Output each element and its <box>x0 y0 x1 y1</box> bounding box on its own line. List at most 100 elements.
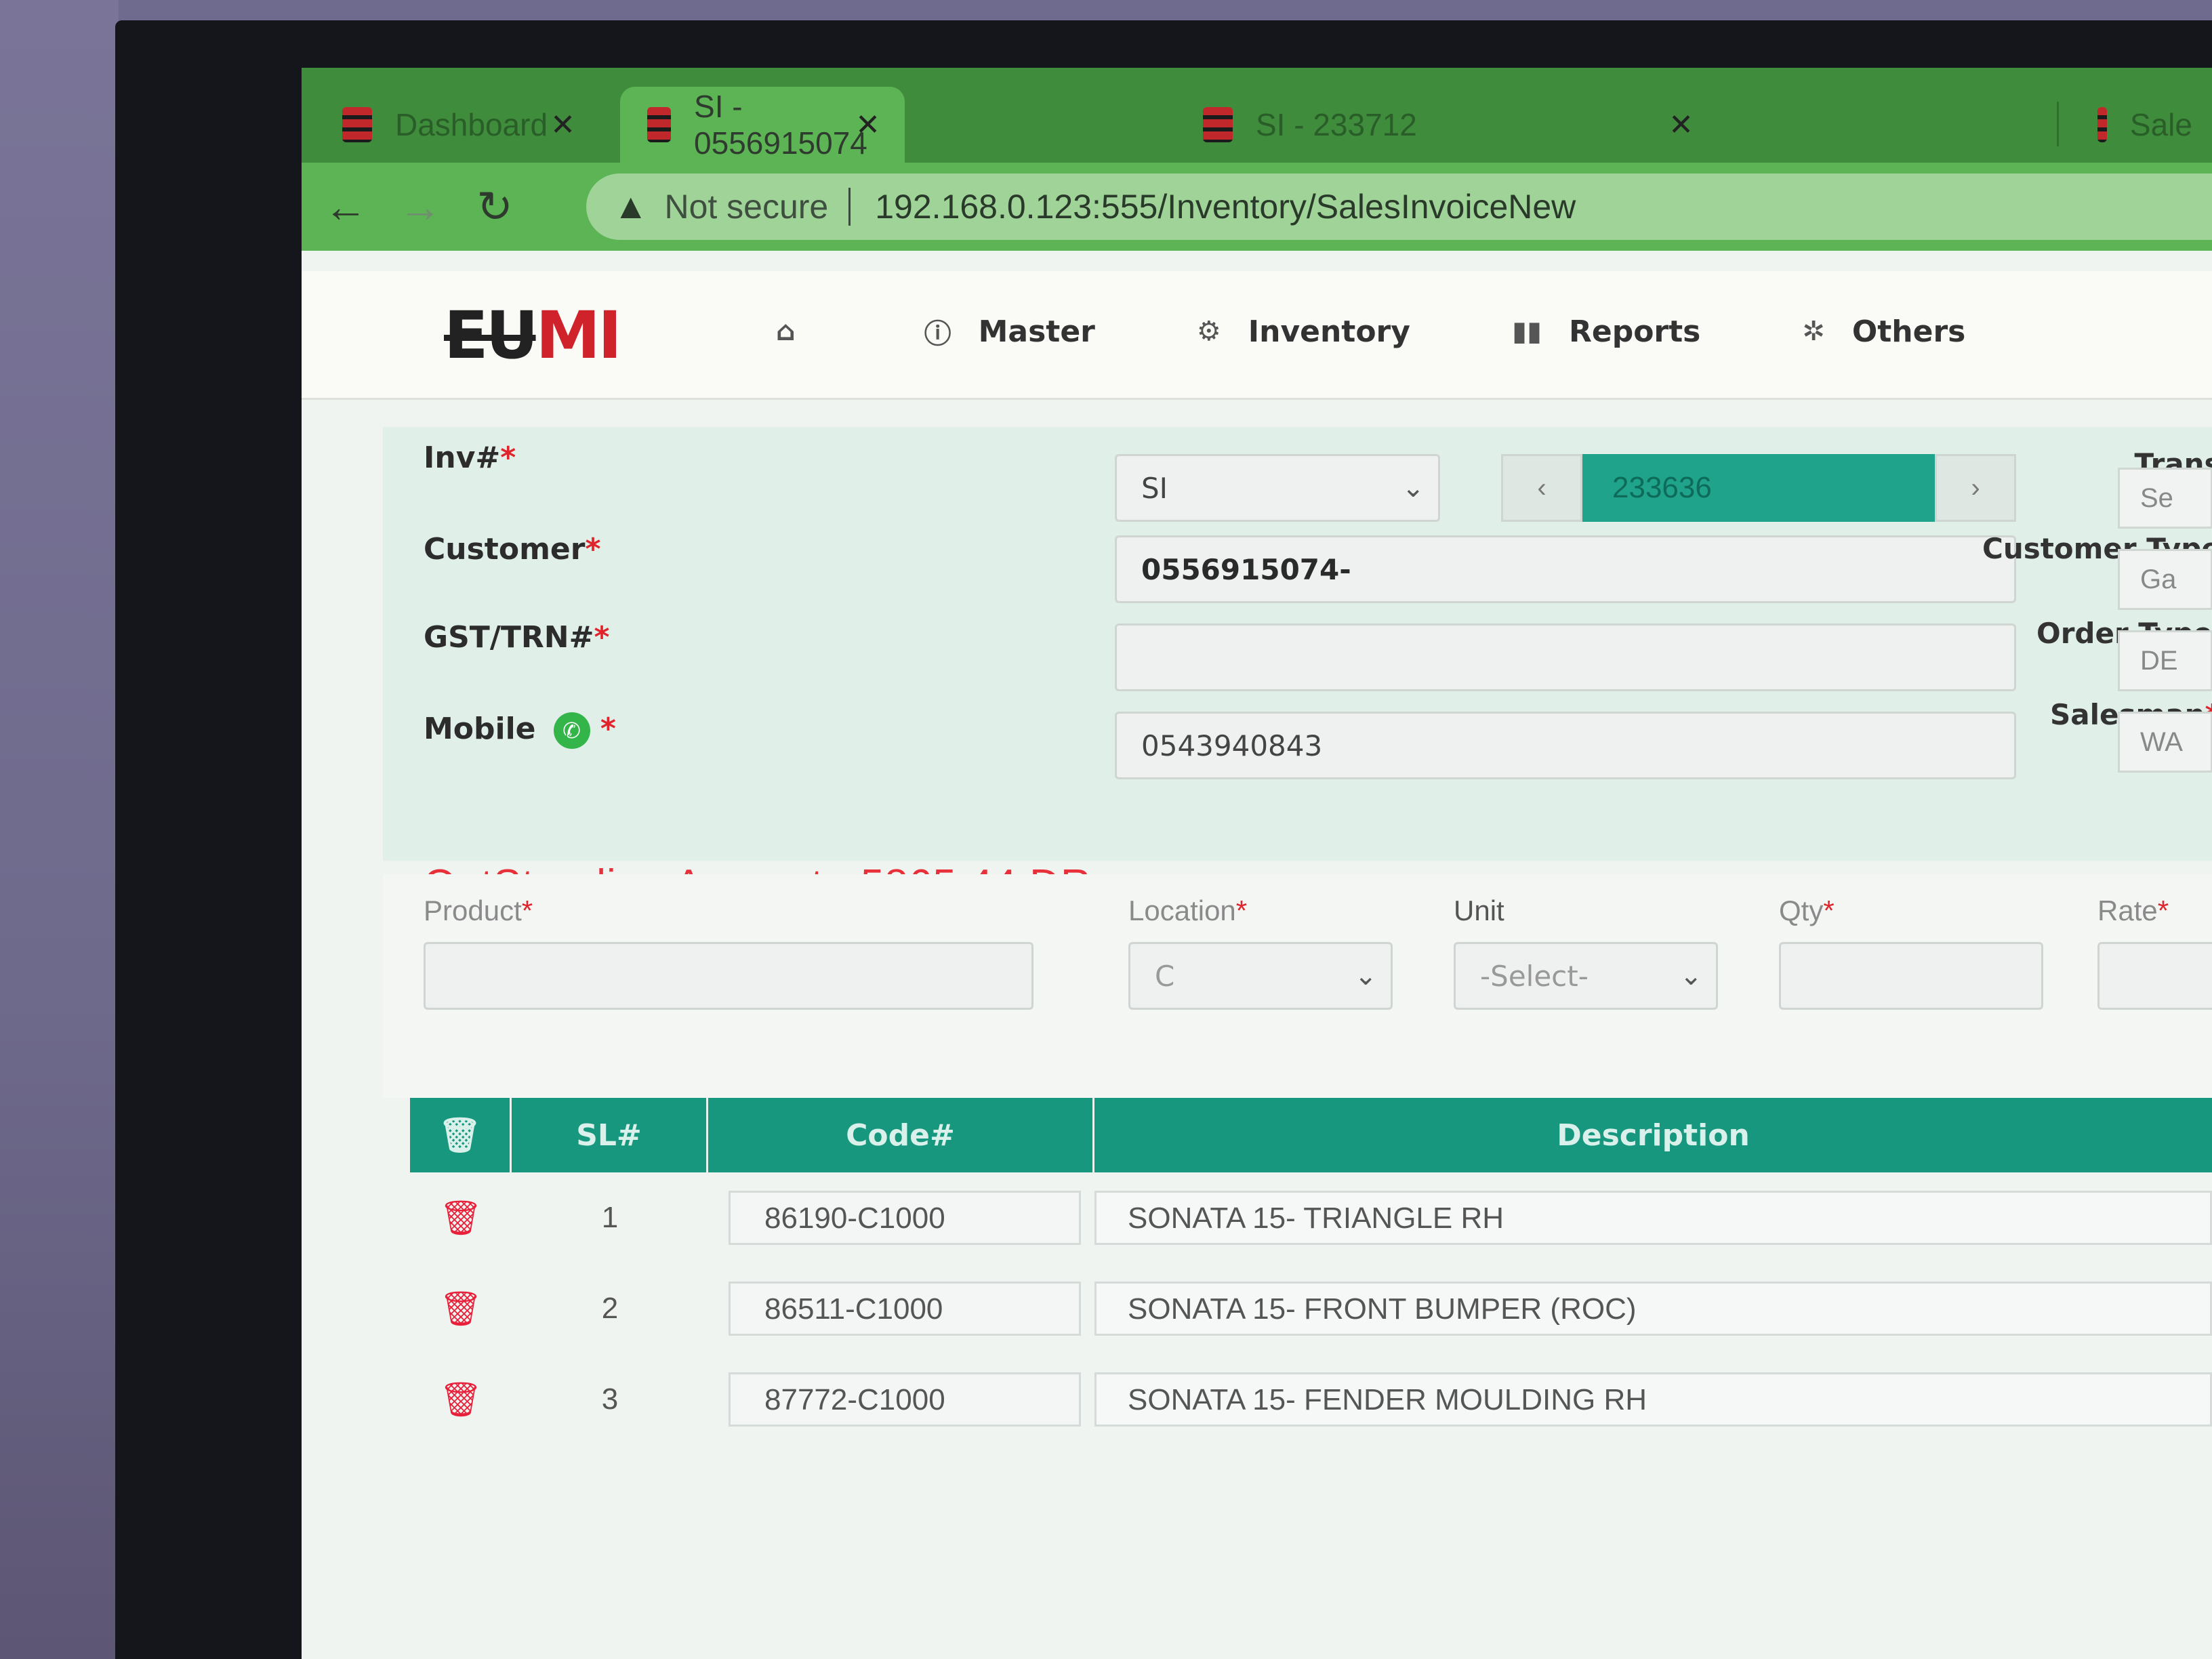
browser-tab-si-0556915074[interactable]: SI - 0556915074 ✕ <box>620 87 905 163</box>
chevron-down-icon: ⌄ <box>1401 472 1425 504</box>
unit-select[interactable]: -Select- ⌄ <box>1454 942 1718 1010</box>
delete-row-icon[interactable]: 🗑 <box>410 1289 512 1329</box>
menu-home[interactable]: ⌂ <box>776 316 823 347</box>
logo-text-left: EU <box>444 298 539 373</box>
app-favicon-icon <box>2097 107 2107 142</box>
invoice-number: 233636 <box>1612 471 1712 504</box>
customer-field[interactable]: 0556915074- <box>1115 535 2016 603</box>
chevron-down-icon: ⌄ <box>1679 960 1702 991</box>
whatsapp-icon[interactable]: ✆ <box>553 712 590 749</box>
menu-label: Others <box>1851 314 1966 349</box>
table-header: 🗑 SL# Code# Description <box>410 1098 2212 1172</box>
delete-row-icon[interactable]: 🗑 <box>410 1380 512 1420</box>
table-row: 🗑 2 86511-C1000 SONATA 15- FRONT BUMPER … <box>410 1263 2212 1354</box>
menu-label: Master <box>978 314 1095 349</box>
menu-label: Inventory <box>1248 314 1410 349</box>
row-description[interactable]: SONATA 15- FRONT BUMPER (ROC) <box>1094 1282 2212 1336</box>
info-icon: ⓘ <box>924 319 951 350</box>
unit-label: Unit <box>1454 895 1504 926</box>
bar-chart-icon: ▮▮ <box>1511 316 1542 347</box>
menu-master[interactable]: ⓘ Master <box>924 312 1095 351</box>
mobile-value: 0543940843 <box>1141 729 1323 762</box>
mobile-field[interactable]: 0543940843 <box>1115 712 2016 779</box>
row-sl: 3 <box>601 1382 619 1416</box>
row-code[interactable]: 86190-C1000 <box>708 1191 1081 1245</box>
code-column-header: Code# <box>708 1098 1094 1172</box>
chevron-down-icon: ⌄ <box>1354 960 1377 991</box>
tab-title: Dashboard <box>395 107 548 142</box>
product-input[interactable] <box>424 942 1033 1010</box>
home-icon: ⌂ <box>776 316 796 347</box>
address-bar[interactable]: ▲ Not secure 192.168.0.123:555/Inventory… <box>586 173 2212 240</box>
tab-title: Sale <box>2129 107 2192 142</box>
salesman-select[interactable]: WA <box>2118 712 2212 773</box>
menu-reports[interactable]: ▮▮ Reports <box>1512 314 1700 349</box>
customer-value: 0556915074- <box>1141 552 1351 586</box>
close-icon[interactable]: ✕ <box>855 108 880 142</box>
invoice-header-form: Inv#* SI ⌄ ‹ 233636 › Customer* 05569150… <box>383 427 2212 908</box>
delete-row-icon[interactable]: 🗑 <box>410 1198 512 1238</box>
app-favicon-icon <box>647 107 672 142</box>
tab-title: SI - 0556915074 <box>694 89 867 161</box>
screen: Dashboard ✕ SI - 0556915074 ✕ SI - 23371… <box>302 68 2212 1659</box>
browser-tab-sale[interactable]: Sale <box>2070 87 2212 163</box>
invoice-items-table: 🗑 SL# Code# Description 🗑 1 86190-C1000 … <box>410 1098 2212 1445</box>
gst-field[interactable] <box>1115 623 2016 691</box>
prev-invoice-button[interactable]: ‹ <box>1501 454 1582 522</box>
forward-arrow-icon[interactable]: → <box>390 176 451 237</box>
back-arrow-icon[interactable]: ← <box>315 176 376 237</box>
app-header: EU MI ⌂ ⓘ Master ⚙ Inventory ▮▮ Reports ✲ Oth… <box>302 271 2212 400</box>
location-select[interactable]: C ⌄ <box>1128 942 1393 1010</box>
menu-inventory[interactable]: ⚙ Inventory <box>1197 314 1410 349</box>
trash-icon: 🗑 <box>438 1115 482 1155</box>
gear-icon: ⚙ <box>1196 316 1221 347</box>
qty-input[interactable] <box>1779 942 2043 1010</box>
row-code[interactable]: 86511-C1000 <box>708 1282 1081 1336</box>
product-label: Product* <box>424 895 533 926</box>
rate-input[interactable] <box>2097 942 2212 1010</box>
row-description[interactable]: SONATA 15- FENDER MOULDING RH <box>1094 1372 2212 1427</box>
browser-toolbar: ← → ↻ ▲ Not secure 192.168.0.123:555/Inv… <box>302 163 2212 251</box>
row-description[interactable]: SONATA 15- TRIANGLE RH <box>1094 1191 2212 1245</box>
product-entry-row: Product* Location* C ⌄ Unit -Select- ⌄ Qty… <box>383 874 2212 1098</box>
tab-title: SI - 233712 <box>1256 107 1417 142</box>
settings-icon: ✲ <box>1802 316 1825 347</box>
order-type-select[interactable]: DE <box>2118 630 2212 691</box>
logo-text-right: MI <box>535 298 622 373</box>
customer-type-select[interactable]: Ga <box>2118 549 2212 610</box>
app-favicon-icon <box>1203 107 1233 142</box>
menu-label: Reports <box>1568 314 1701 349</box>
close-icon[interactable]: ✕ <box>1668 108 1694 142</box>
rate-label: Rate* <box>2097 895 2169 926</box>
menu-others[interactable]: ✲ Others <box>1802 314 1965 349</box>
table-row: 🗑 1 86190-C1000 SONATA 15- TRIANGLE RH <box>410 1172 2212 1263</box>
description-column-header: Description <box>1557 1118 1750 1153</box>
delete-column-header: 🗑 <box>410 1098 512 1172</box>
customer-label: Customer* <box>424 532 601 567</box>
inv-prefix-value: SI <box>1141 471 1168 505</box>
browser-tab-si-233712[interactable]: SI - 233712 ✕ <box>1176 87 1718 163</box>
sl-column-header: SL# <box>512 1098 708 1172</box>
transfer-field[interactable]: Se <box>2118 468 2212 529</box>
tab-separator <box>2057 102 2059 146</box>
mobile-label: Mobile ✆ * <box>424 712 616 749</box>
row-sl: 2 <box>601 1292 619 1325</box>
address-divider <box>848 188 851 226</box>
close-icon[interactable]: ✕ <box>550 108 575 142</box>
row-sl: 1 <box>601 1201 619 1234</box>
app-logo[interactable]: EU MI <box>444 298 622 373</box>
app-favicon-icon <box>342 107 372 142</box>
url-text: 192.168.0.123:555/Inventory/SalesInvoice… <box>875 188 1576 226</box>
inv-prefix-select[interactable]: SI ⌄ <box>1115 454 1440 522</box>
background-desk <box>0 0 119 1659</box>
row-code[interactable]: 87772-C1000 <box>708 1372 1081 1427</box>
browser-tab-dashboard[interactable]: Dashboard ✕ <box>315 87 600 163</box>
not-secure-label: Not secure <box>664 188 829 226</box>
location-label: Location* <box>1128 895 1248 926</box>
gst-label: GST/TRN#* <box>424 620 610 655</box>
reload-icon[interactable]: ↻ <box>464 176 525 237</box>
invoice-number-field[interactable]: 233636 <box>1582 454 1935 522</box>
warning-icon: ▲ <box>613 187 649 226</box>
main-menu: ⌂ ⓘ Master ⚙ Inventory ▮▮ Reports ✲ Others <box>776 312 2067 351</box>
qty-label: Qty* <box>1779 895 1835 926</box>
